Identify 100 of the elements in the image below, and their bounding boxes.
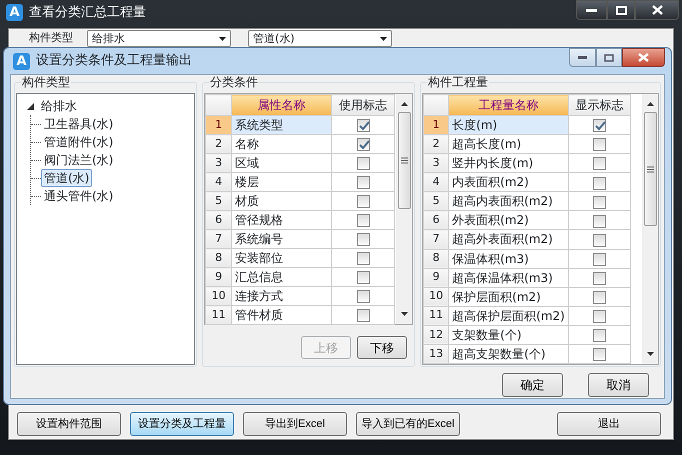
table-cell: 超高内表面积(m2) [448, 192, 568, 211]
checkbox[interactable] [356, 157, 370, 170]
restore-button[interactable] [596, 48, 622, 67]
dialog-button[interactable]: 确定 [502, 373, 563, 397]
table-cell: 长度(m) [448, 116, 568, 135]
tree-item[interactable]: 管道(水) [41, 169, 92, 187]
dropdown[interactable]: 管道(水) [248, 30, 392, 47]
checkbox[interactable] [592, 196, 606, 209]
app-icon: A [6, 4, 23, 22]
scroll-up-icon[interactable] [401, 102, 408, 106]
close-icon [652, 5, 662, 15]
table-cell: 安装部位 [232, 248, 332, 268]
column-header[interactable]: 显示标志 [568, 94, 630, 116]
row-number: 5 [206, 192, 232, 210]
minimize-icon [578, 56, 587, 59]
row-number: 1 [206, 116, 232, 134]
checkbox[interactable] [356, 252, 370, 266]
maximize-icon [616, 6, 626, 14]
scroll-thumb[interactable] [644, 112, 657, 226]
row-number: 3 [424, 154, 449, 173]
table-cell: 保护层面积(m2) [448, 287, 568, 306]
row-number: 11 [206, 306, 232, 324]
column-header[interactable]: 属性名称 [232, 94, 332, 116]
tree-item[interactable]: 阀门法兰(水) [41, 151, 116, 169]
scrollbar[interactable] [642, 94, 658, 364]
checkbox[interactable] [592, 348, 606, 362]
checkbox[interactable] [356, 176, 370, 190]
minimize-button[interactable] [569, 48, 596, 67]
row-number: 10 [424, 287, 449, 306]
checkbox[interactable] [356, 309, 370, 322]
table-cell: 支架数量(个) [448, 325, 568, 344]
row-number: 3 [206, 154, 232, 172]
row-number: 13 [424, 344, 449, 364]
expanded-icon[interactable] [27, 102, 34, 110]
dialog-button[interactable]: 取消 [588, 373, 649, 397]
group-title: 分类条件 [209, 75, 260, 89]
group-title: 构件工程量 [427, 75, 490, 89]
scrollbar[interactable] [396, 94, 412, 324]
checkbox[interactable] [356, 119, 370, 132]
checkbox[interactable] [592, 176, 606, 190]
table-cell: 竖井内长度(m) [448, 154, 568, 173]
table-cell: 名称 [232, 134, 332, 154]
scroll-thumb[interactable] [398, 112, 412, 209]
table-cell: 系统类型 [232, 116, 332, 134]
table-cell: 汇总信息 [232, 268, 332, 286]
checkbox[interactable] [592, 234, 606, 247]
header-cell [206, 94, 232, 116]
header-cell [424, 94, 449, 116]
minimize-button[interactable] [576, 0, 607, 20]
toolbar-button[interactable]: 设置构件范围 [17, 412, 121, 436]
table-cell: 管件材质 [232, 306, 332, 324]
toolbar-button[interactable]: 导出到Excel [243, 412, 347, 436]
table-cell: 区域 [232, 154, 332, 172]
table-cell: 超高保护层面积(m2) [448, 306, 568, 326]
checkbox[interactable] [592, 272, 606, 285]
checkbox[interactable] [592, 138, 606, 152]
filter-label: 构件类型 [29, 30, 73, 46]
checkbox[interactable] [592, 119, 606, 132]
table-cell: 连接方式 [232, 286, 332, 306]
checkbox[interactable] [356, 233, 370, 246]
dropdown[interactable]: 给排水 [87, 30, 231, 47]
row-number: 5 [424, 192, 449, 211]
scroll-down-icon[interactable] [647, 352, 654, 356]
tree-item[interactable]: 通头管件(水) [41, 187, 116, 205]
exit-button[interactable]: 退出 [557, 412, 661, 436]
row-number: 9 [424, 268, 449, 288]
tree-item[interactable]: 管道附件(水) [41, 133, 116, 151]
toolbar-button[interactable]: 设置分类及工程量 [130, 412, 234, 436]
checkbox[interactable] [356, 214, 370, 228]
checkbox[interactable] [592, 329, 606, 342]
tree-item[interactable]: 给排水 [38, 97, 80, 115]
checkbox[interactable] [356, 271, 370, 284]
checkbox[interactable] [592, 310, 606, 323]
checkbox[interactable] [356, 195, 370, 208]
toolbar-button[interactable]: 导入到已有的Excel [356, 412, 460, 436]
table-cell: 系统编号 [232, 230, 332, 248]
table-cell: 楼层 [232, 172, 332, 192]
row-number: 7 [424, 230, 449, 250]
caret-icon [219, 36, 226, 40]
table-cell: 保温体积(m3) [448, 249, 568, 268]
table-cell: 超高支架数量(个) [448, 344, 568, 364]
table-cell: 外表面积(m2) [448, 210, 568, 230]
column-header[interactable]: 使用标志 [332, 94, 395, 116]
close-button[interactable] [635, 0, 679, 20]
checkbox[interactable] [592, 214, 606, 228]
row-number: 2 [424, 134, 449, 154]
checkbox[interactable] [356, 290, 370, 304]
checkbox[interactable] [592, 157, 606, 170]
checkbox[interactable] [356, 138, 370, 152]
row-number: 10 [206, 286, 232, 306]
move-button[interactable]: 下移 [357, 336, 408, 359]
close-button[interactable] [622, 48, 665, 67]
checkbox[interactable] [592, 252, 606, 266]
checkbox[interactable] [592, 290, 606, 304]
scroll-up-icon[interactable] [647, 102, 654, 106]
maximize-button[interactable] [607, 0, 635, 20]
column-header[interactable]: 工程量名称 [448, 94, 568, 116]
tree-item[interactable]: 卫生器具(水) [41, 115, 116, 133]
row-number: 11 [424, 306, 449, 326]
scroll-down-icon[interactable] [401, 312, 408, 316]
